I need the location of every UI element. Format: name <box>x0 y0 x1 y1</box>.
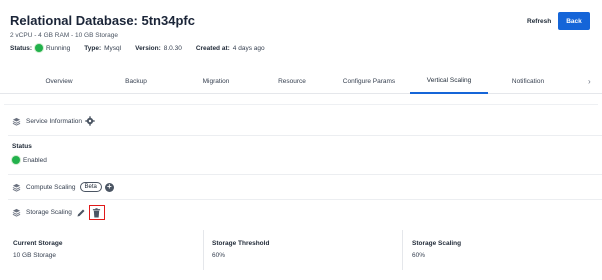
divider <box>8 135 602 136</box>
chevron-right-icon[interactable]: › <box>588 68 591 94</box>
compute-scaling-label: Compute Scaling <box>26 183 76 191</box>
current-storage-stat: Current Storage 10 GB Storage <box>4 230 200 274</box>
type-value: Mysql <box>104 44 122 52</box>
add-circle-icon[interactable]: + <box>104 182 114 192</box>
beta-badge: Beta <box>79 182 102 192</box>
tab-resource[interactable]: Resource <box>270 68 314 94</box>
layers-icon <box>12 117 21 126</box>
layers-icon <box>12 183 21 192</box>
created-label: Created at: <box>195 44 230 52</box>
gear-icon[interactable] <box>85 116 95 126</box>
storage-stats: Current Storage 10 GB Storage Storage Th… <box>4 230 598 274</box>
stat-label: Current Storage <box>13 240 63 247</box>
divider <box>8 174 602 175</box>
refresh-button[interactable]: Refresh <box>523 13 555 29</box>
service-information-row: Service Information <box>12 116 95 126</box>
status-heading: Status <box>12 143 32 150</box>
resource-spec: 2 vCPU - 4 GB RAM - 10 GB Storage <box>10 32 119 39</box>
created-value: 4 days ago <box>232 44 265 52</box>
service-status-row: Enabled <box>12 156 47 164</box>
layers-icon <box>12 208 21 217</box>
storage-scaling-label: Storage Scaling <box>26 209 72 216</box>
tab-migration[interactable]: Migration <box>192 68 240 94</box>
trash-icon <box>93 207 101 217</box>
stat-value: 60% <box>212 252 226 259</box>
tab-overview[interactable]: Overview <box>38 68 80 94</box>
tab-backup[interactable]: Backup <box>115 68 157 94</box>
compute-scaling-row: Compute Scaling Beta + <box>12 182 114 192</box>
tab-vertical-scaling[interactable]: Vertical Scaling <box>410 68 488 94</box>
storage-scaling-row: Storage Scaling <box>12 205 105 220</box>
service-status-value: Enabled <box>23 156 47 164</box>
stat-value: 10 GB Storage <box>13 252 56 259</box>
status-enabled-icon <box>12 156 20 164</box>
storage-scaling-stat: Storage Scaling 60% <box>403 230 598 274</box>
created-group: Created at: 4 days ago <box>196 45 265 52</box>
status-group: Status: Running <box>10 44 70 52</box>
stat-label: Storage Scaling <box>412 240 462 247</box>
stat-value: 60% <box>412 252 426 259</box>
tab-bar: Overview Backup Migration Resource Confi… <box>0 68 602 94</box>
page-title: Relational Database: 5tn34pfc <box>10 13 195 28</box>
status-running-icon <box>35 44 44 52</box>
type-group: Type: Mysql <box>84 45 121 52</box>
instance-meta: Status: Running Type: Mysql Version: 8.0… <box>10 44 279 52</box>
type-label: Type: <box>84 44 102 52</box>
version-value: 8.0.30 <box>163 44 182 52</box>
divider <box>8 199 602 200</box>
tab-configure-params[interactable]: Configure Params <box>334 68 404 94</box>
service-information-label: Service Information <box>26 117 82 125</box>
page-header: Relational Database: 5tn34pfc 2 vCPU - 4… <box>0 0 602 62</box>
version-label: Version: <box>135 44 161 52</box>
storage-threshold-stat: Storage Threshold 60% <box>204 230 400 274</box>
version-group: Version: 8.0.30 <box>135 45 182 52</box>
stat-label: Storage Threshold <box>212 240 270 247</box>
tab-notification[interactable]: Notification <box>498 68 558 94</box>
delete-button[interactable] <box>88 205 105 220</box>
back-button[interactable]: Back <box>558 12 590 30</box>
status-label: Status: <box>10 44 33 52</box>
status-value: Running <box>46 44 71 52</box>
pencil-icon[interactable] <box>76 208 86 218</box>
